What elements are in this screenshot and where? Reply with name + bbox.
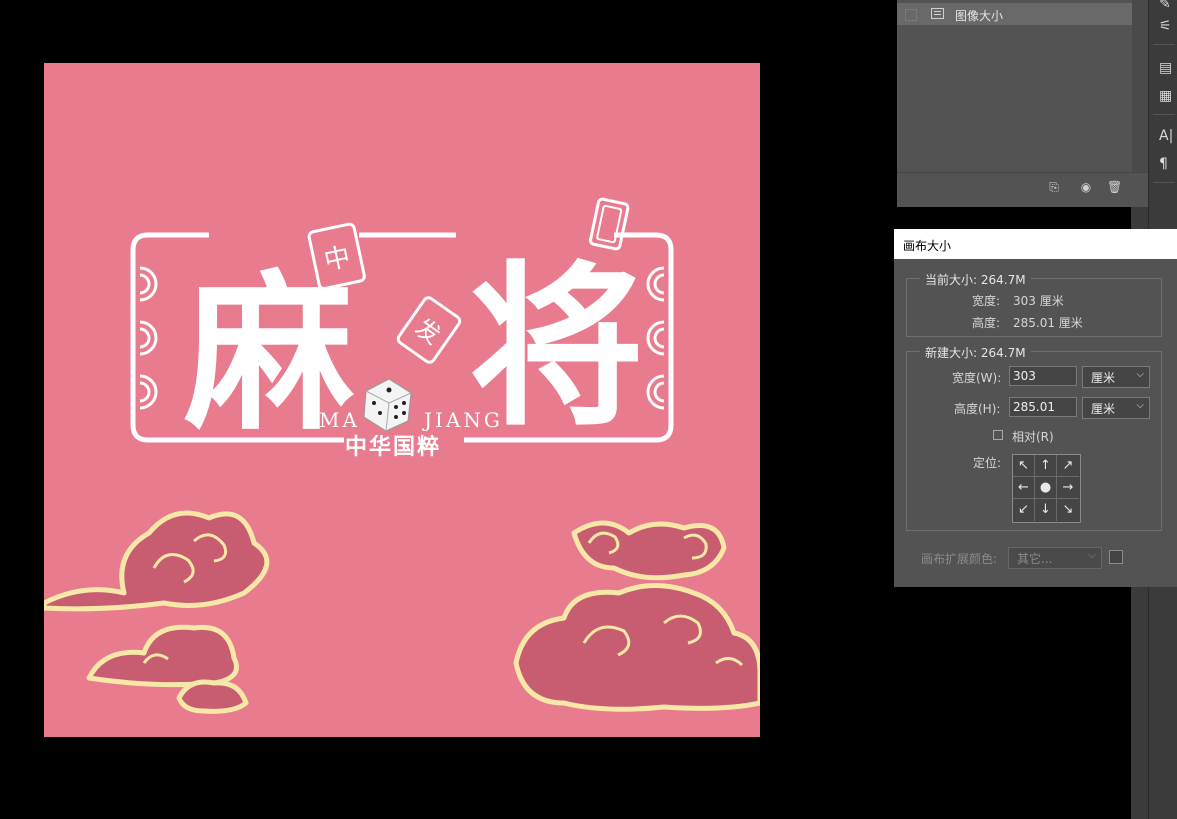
width-unit-select[interactable]: 厘米 ⌵ <box>1082 366 1150 388</box>
paragraph-icon[interactable]: ¶ <box>1159 156 1175 172</box>
chevron-down-icon: ⌵ <box>1136 400 1144 411</box>
mahjong-tile-blank <box>588 197 630 251</box>
trash-icon[interactable]: 🗑 <box>1107 181 1122 193</box>
dialog-titlebar[interactable]: 画布大小 <box>894 229 1177 259</box>
anchor-right[interactable]: → <box>1057 477 1079 499</box>
anchor-top-right[interactable]: ↗ <box>1057 455 1079 477</box>
history-footer: ⎘ ◉ 🗑 <box>897 172 1148 202</box>
new-size-legend: 新建大小: 264.7M <box>920 344 1031 361</box>
history-brush-source-checkbox[interactable] <box>905 9 917 21</box>
dialog-title: 画布大小 <box>903 239 952 253</box>
strip-divider <box>1153 44 1175 45</box>
adjust-sliders-icon[interactable]: ⚟ <box>1159 18 1175 34</box>
history-list: 图像大小 <box>897 0 1132 172</box>
anchor-label: 定位: <box>973 456 1002 470</box>
mahjong-tile-fa: 发 <box>396 296 462 364</box>
history-state-row[interactable]: 图像大小 <box>897 3 1132 25</box>
svg-text:发: 发 <box>410 313 446 350</box>
properties-icon[interactable]: ▤ <box>1159 60 1175 76</box>
new-width-input[interactable]: 303 <box>1009 366 1077 386</box>
extension-color-select[interactable]: 其它... ⌵ <box>1008 547 1102 569</box>
anchor-top[interactable]: ↑ <box>1035 455 1057 477</box>
anchor-grid: ↖ ↑ ↗ ← ● → ↙ ↓ ↘ <box>1012 454 1081 523</box>
new-height-input[interactable]: 285.01 <box>1009 397 1077 417</box>
width-unit-value: 厘米 <box>1091 371 1116 385</box>
history-scrollbar[interactable] <box>1132 0 1148 172</box>
camera-icon[interactable]: ◉ <box>1079 181 1093 193</box>
new-width-label: 宽度(W): <box>952 371 1002 385</box>
extension-color-swatch[interactable] <box>1109 550 1123 564</box>
cloud-left <box>44 510 270 714</box>
anchor-bottom-left[interactable]: ↙ <box>1013 499 1035 521</box>
current-height-value: 285.01 厘米 <box>1013 316 1083 330</box>
dice-icon <box>363 378 412 432</box>
canvas-artwork: 中 发 麻 将 MA JIANG 中华国粹 <box>44 197 760 714</box>
anchor-left[interactable]: ← <box>1013 477 1035 499</box>
brush-icon[interactable]: ✎ <box>1159 0 1175 12</box>
strip-divider <box>1153 114 1175 115</box>
chevron-down-icon: ⌵ <box>1088 550 1096 561</box>
current-size-legend: 当前大小: 264.7M <box>920 271 1031 288</box>
current-width-value: 303 厘米 <box>1013 294 1064 308</box>
roman-jiang: JIANG <box>422 408 503 432</box>
history-state-icon <box>931 8 944 19</box>
cloud-right <box>513 520 760 712</box>
current-height-label: 高度: <box>972 316 1001 330</box>
strip-divider <box>1153 182 1175 183</box>
subtitle-text: 中华国粹 <box>345 434 441 460</box>
chevron-down-icon: ⌵ <box>1136 369 1144 380</box>
height-unit-select[interactable]: 厘米 ⌵ <box>1082 397 1150 419</box>
anchor-top-left[interactable]: ↖ <box>1013 455 1035 477</box>
roman-ma: MA <box>319 408 360 432</box>
history-state-label: 图像大小 <box>955 9 1004 23</box>
anchor-bottom-right[interactable]: ↘ <box>1057 499 1079 521</box>
document-canvas[interactable]: 中 发 麻 将 MA JIANG 中华国粹 <box>44 63 760 737</box>
relative-checkbox[interactable] <box>993 430 1003 440</box>
canvas-size-dialog: 画布大小 当前大小: 264.7M 宽度: 303 厘米 高度: 285.01 … <box>894 229 1177 587</box>
character-icon[interactable]: A| <box>1159 128 1175 144</box>
notes-icon[interactable]: ▦ <box>1159 88 1175 104</box>
new-document-from-state-icon[interactable]: ⎘ <box>1047 181 1061 193</box>
extension-color-label: 画布扩展颜色: <box>921 552 998 566</box>
height-unit-value: 厘米 <box>1091 402 1116 416</box>
relative-label[interactable]: 相对(R) <box>1012 428 1054 445</box>
new-height-label: 高度(H): <box>954 402 1001 416</box>
current-width-label: 宽度: <box>972 294 1001 308</box>
extension-color-value: 其它... <box>1017 552 1053 566</box>
history-panel: 图像大小 ⎘ ◉ 🗑 <box>897 0 1148 207</box>
anchor-center[interactable]: ● <box>1035 477 1057 499</box>
anchor-bottom[interactable]: ↓ <box>1035 499 1057 521</box>
